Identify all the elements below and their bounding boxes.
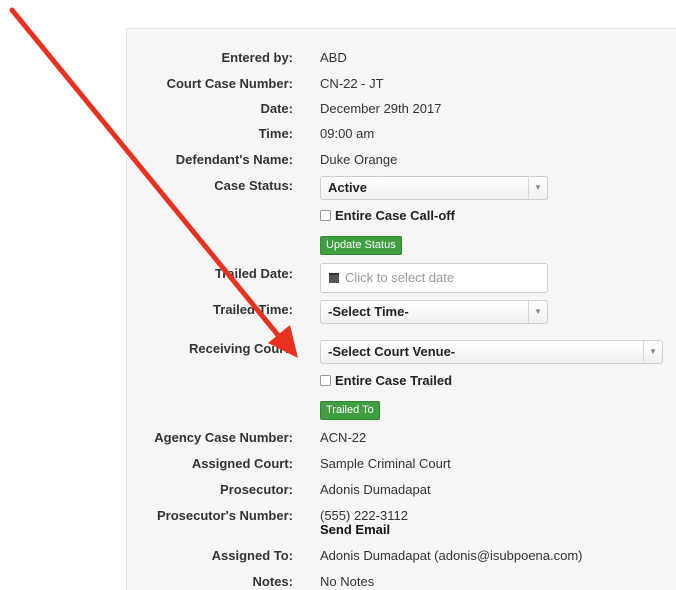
annotation-arrow-icon: [9, 7, 298, 358]
